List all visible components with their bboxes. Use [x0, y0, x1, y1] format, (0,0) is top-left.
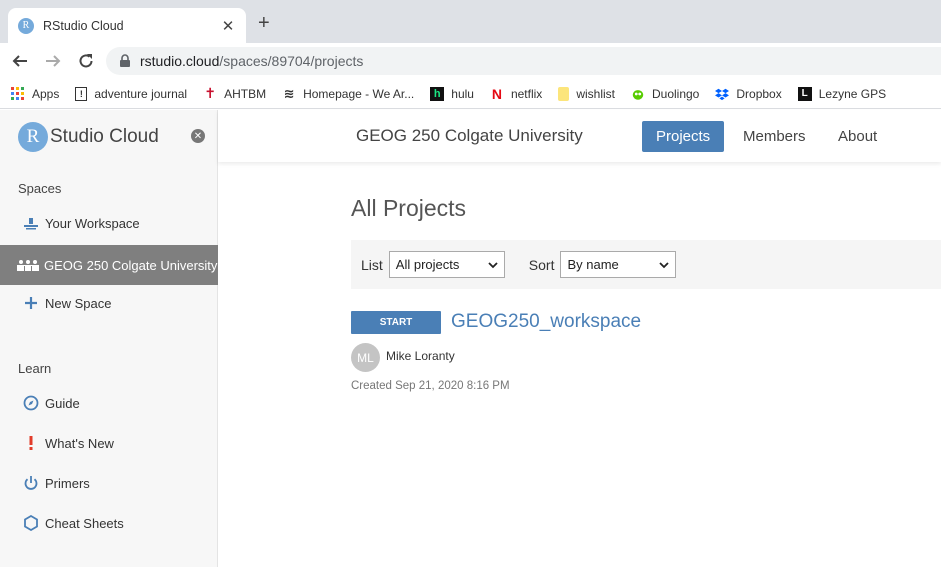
spaces-heading: Spaces: [18, 181, 62, 196]
sidebar-item-label: New Space: [45, 295, 112, 311]
sidebar-item-whats-new[interactable]: What's New: [0, 424, 218, 462]
back-arrow-icon[interactable]: [9, 50, 31, 72]
browser-tab-strip: R RStudio Cloud ✕ +: [0, 0, 941, 43]
close-tab-icon[interactable]: ✕: [220, 17, 236, 35]
rstudio-favicon-icon: R: [18, 17, 34, 34]
bookmark-wishlist[interactable]: wishlist: [558, 86, 615, 101]
sidebar-item-your-workspace[interactable]: Your Workspace: [0, 204, 218, 242]
dropbox-icon: [715, 87, 730, 101]
bookmark-label: netflix: [510, 86, 543, 101]
forward-arrow-icon[interactable]: [42, 50, 64, 72]
tab-members[interactable]: Members: [743, 121, 806, 152]
bookmark-label: Dropbox: [736, 86, 782, 101]
sidebar-item-guide[interactable]: Guide: [0, 384, 218, 422]
bookmark-label: Lezyne GPS: [818, 86, 887, 101]
bookmark-duolingo[interactable]: Duolingo: [631, 87, 699, 101]
tab-about[interactable]: About: [838, 121, 877, 152]
project-name-link[interactable]: GEOG250_workspace: [451, 311, 641, 333]
power-icon: [22, 474, 40, 492]
close-sidebar-icon[interactable]: ✕: [191, 129, 205, 143]
sidebar-item-label: GEOG 250 Colgate University: [44, 257, 218, 273]
wave-icon: ≋: [283, 85, 295, 101]
bookmark-hulu[interactable]: h hulu: [430, 86, 474, 101]
bookmark-netflix[interactable]: N netflix: [490, 85, 543, 102]
bookmark-label: Homepage - We Ar...: [303, 86, 415, 101]
bookmark-homepage[interactable]: ≋ Homepage - We Ar...: [282, 85, 415, 101]
sidebar-item-label: Guide: [45, 395, 80, 411]
sidebar-item-primers[interactable]: Primers: [0, 464, 218, 502]
bookmark-label: Apps: [32, 86, 60, 101]
start-button[interactable]: START: [351, 311, 441, 334]
apps-grid-icon: [11, 86, 25, 101]
bookmark-ahtbm[interactable]: ✝ AHTBM: [203, 85, 267, 101]
hulu-icon: h: [430, 86, 445, 101]
list-filter-select[interactable]: All projects: [388, 251, 505, 278]
sidebar-item-cheat-sheets[interactable]: Cheat Sheets: [0, 504, 218, 542]
workspace-icon: [22, 214, 40, 232]
bookmark-label: wishlist: [576, 86, 615, 101]
reload-icon[interactable]: [75, 50, 97, 72]
bookmark-label: adventure journal: [94, 86, 188, 101]
address-bar[interactable]: rstudio.cloud/spaces/89704/projects: [106, 47, 941, 75]
sidebar-item-label: What's New: [45, 435, 114, 451]
chevron-down-icon: [659, 261, 670, 268]
project-owner: Mike Loranty: [386, 349, 455, 363]
netflix-icon: N: [491, 85, 503, 102]
cross-icon: ✝: [204, 85, 216, 101]
group-icon: [17, 256, 39, 274]
main-content: GEOG 250 Colgate University Projects Mem…: [218, 110, 941, 567]
owl-icon: [631, 87, 645, 101]
list-filter-value: All projects: [395, 257, 460, 272]
plus-icon: [22, 294, 40, 312]
bookmark-label: hulu: [451, 86, 474, 101]
bookmark-icon: !: [75, 86, 88, 101]
bookmark-apps[interactable]: Apps: [11, 86, 60, 101]
sort-label: Sort: [528, 256, 555, 273]
brand-name: Studio Cloud: [50, 126, 159, 147]
bookmark-label: Duolingo: [651, 86, 700, 101]
tab-title: RStudio Cloud: [43, 18, 124, 33]
list-filter-label: List: [361, 256, 383, 273]
lezyne-icon: L: [797, 86, 812, 101]
browser-tab[interactable]: R RStudio Cloud ✕: [8, 8, 246, 43]
sort-select[interactable]: By name: [560, 251, 677, 278]
bookmarks-bar: Apps ! adventure journal ✝ AHTBM ≋ Homep…: [0, 79, 941, 109]
exclamation-icon: [22, 434, 40, 452]
url-text: rstudio.cloud/spaces/89704/projects: [140, 53, 364, 69]
rstudio-cloud-logo[interactable]: R Studio Cloud: [18, 122, 159, 152]
bookmark-adventure-journal[interactable]: ! adventure journal: [75, 86, 188, 101]
sidebar: R Studio Cloud ✕ Spaces Your Workspace G…: [0, 110, 218, 567]
bookmark-dropbox[interactable]: Dropbox: [715, 86, 782, 101]
project-created-date: Created Sep 21, 2020 8:16 PM: [351, 380, 510, 392]
sidebar-item-label: Your Workspace: [45, 215, 140, 231]
r-logo-icon: R: [18, 122, 48, 152]
space-title: GEOG 250 Colgate University: [356, 126, 583, 145]
lock-icon: [120, 54, 130, 67]
learn-heading: Learn: [18, 361, 52, 376]
tab-projects[interactable]: Projects: [642, 121, 725, 152]
filter-bar: List All projects Sort By name: [351, 240, 941, 289]
note-icon: [558, 86, 570, 101]
avatar: ML: [351, 343, 380, 372]
sidebar-item-new-space[interactable]: New Space: [0, 284, 218, 322]
chevron-down-icon: [488, 261, 498, 268]
new-tab-button[interactable]: +: [258, 12, 270, 35]
space-header: GEOG 250 Colgate University Projects Mem…: [218, 110, 941, 162]
bookmark-lezyne[interactable]: L Lezyne GPS: [797, 86, 887, 101]
sort-value: By name: [567, 257, 619, 272]
sidebar-item-geog-250[interactable]: GEOG 250 Colgate University: [0, 245, 218, 285]
browser-toolbar: rstudio.cloud/spaces/89704/projects: [0, 43, 941, 79]
sidebar-item-label: Cheat Sheets: [45, 515, 124, 531]
bookmark-label: AHTBM: [224, 86, 267, 101]
compass-icon: [22, 394, 40, 412]
sidebar-item-label: Primers: [45, 475, 90, 491]
hexagon-icon: [22, 514, 40, 532]
page-title: All Projects: [351, 195, 467, 221]
